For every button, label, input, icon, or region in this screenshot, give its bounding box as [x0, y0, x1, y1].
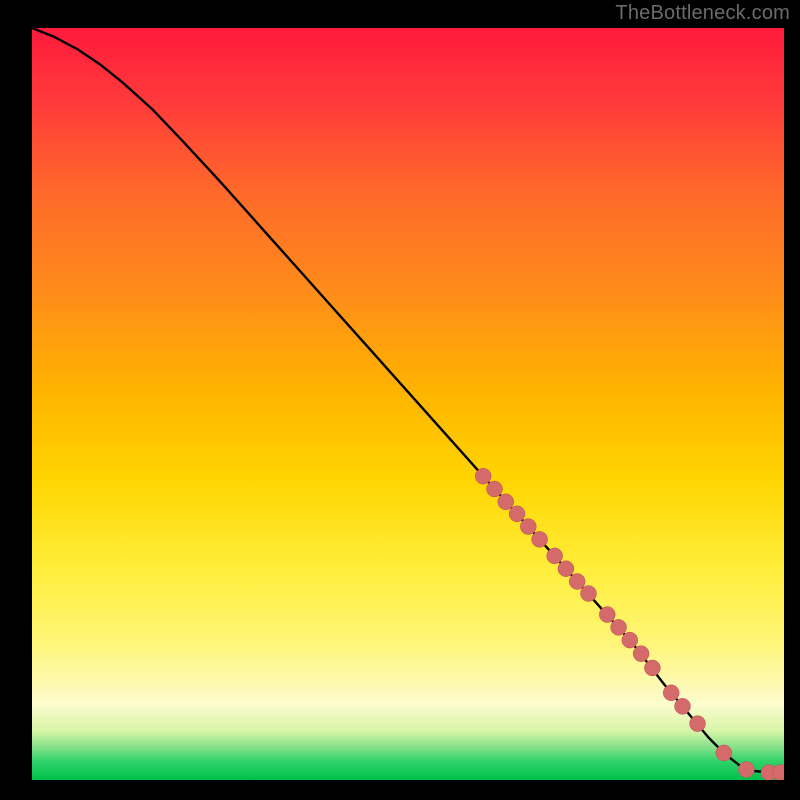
chart-marker	[580, 586, 596, 602]
attribution-label: TheBottleneck.com	[615, 2, 790, 25]
chart-frame: TheBottleneck.com	[0, 0, 800, 800]
chart-marker	[509, 506, 525, 522]
chart-marker	[547, 548, 563, 564]
chart-marker	[599, 607, 615, 623]
chart-marker	[569, 573, 585, 589]
chart-marker	[611, 619, 627, 635]
chart-marker	[738, 761, 754, 777]
chart-marker	[622, 632, 638, 648]
chart-marker	[633, 646, 649, 662]
chart-marker	[716, 745, 732, 761]
chart-marker	[674, 698, 690, 714]
chart-marker	[475, 468, 491, 484]
chart-marker	[498, 494, 514, 510]
chart-marker	[558, 561, 574, 577]
chart-marker	[690, 716, 706, 732]
chart-marker	[532, 531, 548, 547]
chart-plot-area	[32, 28, 784, 780]
chart-marker	[644, 660, 660, 676]
chart-marker	[520, 519, 536, 535]
chart-svg	[32, 28, 784, 780]
chart-marker	[486, 481, 502, 497]
chart-marker	[663, 685, 679, 701]
